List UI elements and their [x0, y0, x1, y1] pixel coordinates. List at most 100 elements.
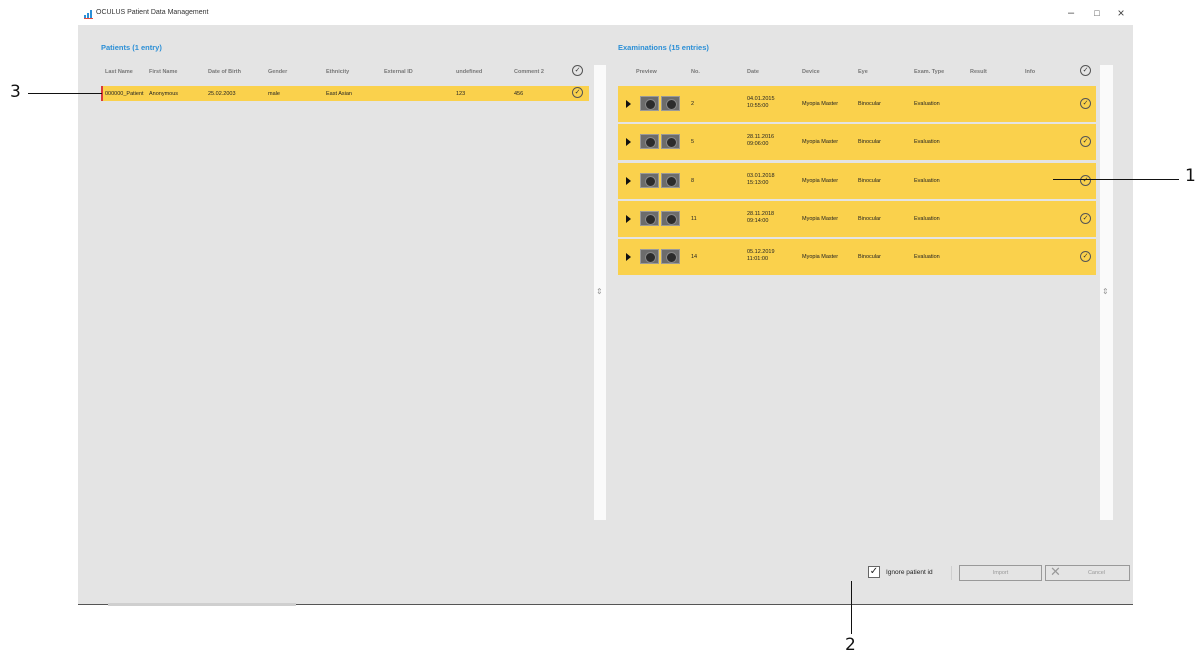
callout-line-2: [851, 581, 852, 634]
exam-no: 8: [691, 178, 695, 184]
scroll-handle-icon[interactable]: ⇕: [1102, 287, 1109, 296]
exam-no: 11: [691, 216, 697, 222]
exam-no: 14: [691, 254, 698, 260]
splitter-handle-icon[interactable]: ⇕: [596, 287, 603, 296]
col-ethnicity[interactable]: Ethnicity: [326, 69, 349, 75]
exam-eye: Binocular: [858, 178, 881, 184]
preview-thumbnail-left[interactable]: [640, 96, 659, 111]
callout-2: 2: [845, 635, 856, 655]
exam-date: 03.01.2018: [747, 173, 775, 179]
table-row[interactable]: 8 03.01.2018 15:13:00 Myopia Master Binocula…: [618, 163, 1096, 199]
exam-eye: Binocular: [858, 139, 881, 145]
exam-eye: Binocular: [858, 101, 881, 107]
table-row[interactable]: 2 04.01.2015 10:55:00 Myopia Master Binocula…: [618, 86, 1096, 122]
ignore-patient-id-checkbox[interactable]: ✓: [868, 566, 880, 578]
preview-thumbnail-left[interactable]: [640, 249, 659, 264]
preview-thumbnail-left[interactable]: [640, 134, 659, 149]
patient-last-name: 000000_Patient: [105, 91, 144, 97]
exam-check-icon[interactable]: ✓: [1080, 136, 1091, 147]
patients-title: Patients (1 entry): [101, 43, 162, 52]
exam-check-icon[interactable]: ✓: [1080, 175, 1091, 186]
expand-arrow-icon[interactable]: [626, 100, 631, 108]
exam-eye: Binocular: [858, 216, 881, 222]
col-date-of-birth[interactable]: Date of Birth: [208, 69, 241, 75]
exam-no: 5: [691, 139, 695, 145]
col-preview[interactable]: Preview: [636, 69, 657, 75]
preview-thumbnail-right[interactable]: [661, 173, 680, 188]
patient-dob: 25.02.2003: [208, 91, 236, 97]
exam-device: Myopia Master: [802, 101, 839, 107]
exam-check-icon[interactable]: ✓: [1080, 213, 1091, 224]
callout-line-3: [28, 93, 102, 94]
callout-line-1: [1053, 179, 1179, 180]
col-last-name[interactable]: Last Name: [105, 69, 133, 75]
preview-thumbnail-left[interactable]: [640, 211, 659, 226]
col-comment-2[interactable]: Comment 2: [514, 69, 544, 75]
close-button[interactable]: ×: [1113, 6, 1129, 20]
expand-arrow-icon[interactable]: [626, 253, 631, 261]
col-gender[interactable]: Gender: [268, 69, 287, 75]
examinations-title: Examinations (15 entries): [618, 43, 709, 52]
exam-type: Evaluation: [914, 139, 940, 145]
col-first-name[interactable]: First Name: [149, 69, 177, 75]
exam-type: Evaluation: [914, 101, 940, 107]
expand-arrow-icon[interactable]: [626, 215, 631, 223]
callout-3: 3: [10, 82, 21, 102]
exam-time: 09:06:00: [747, 141, 769, 147]
maximize-button[interactable]: □: [1089, 6, 1105, 20]
footer-separator: [951, 566, 952, 580]
preview-thumbnail-left[interactable]: [640, 173, 659, 188]
preview-thumbnail-right[interactable]: [661, 96, 680, 111]
exam-eye: Binocular: [858, 254, 881, 260]
col-device[interactable]: Device: [802, 69, 820, 75]
exam-time: 15:13:00: [747, 180, 769, 186]
callout-1: 1: [1185, 166, 1196, 186]
expand-arrow-icon[interactable]: [626, 177, 631, 185]
ignore-patient-id-label: Ignore patient id: [886, 569, 933, 576]
exam-time: 09:14:00: [747, 218, 769, 224]
exam-type: Evaluation: [914, 178, 940, 184]
cancel-icon: ✕: [1050, 564, 1061, 579]
exam-device: Myopia Master: [802, 254, 839, 260]
exam-time: 10:55:00: [747, 103, 769, 109]
patient-gender: male: [268, 91, 280, 97]
col-external-id[interactable]: External ID: [384, 69, 413, 75]
exam-date: 28.11.2016: [747, 134, 775, 140]
col-eye[interactable]: Eye: [858, 69, 868, 75]
exam-device: Myopia Master: [802, 216, 839, 222]
patient-first-name: Anonymous: [149, 91, 179, 97]
patient-undefined: 123: [456, 91, 466, 97]
table-row[interactable]: 14 05.12.2019 11:01:00 Myopia Master Binocul…: [618, 239, 1096, 275]
minimize-button[interactable]: –: [1063, 6, 1079, 20]
col-exam-type[interactable]: Exam. Type: [914, 69, 944, 75]
title-bar: OCULUS Patient Data Management – □ ×: [0, 0, 1201, 24]
patient-check-icon[interactable]: ✓: [572, 87, 583, 98]
table-row[interactable]: 11 28.11.2018 09:14:00 Myopia Master Binocul…: [618, 201, 1096, 237]
exam-date: 04.01.2015: [747, 96, 775, 102]
preview-thumbnail-right[interactable]: [661, 134, 680, 149]
patients-select-all-icon[interactable]: ✓: [572, 65, 583, 76]
col-no[interactable]: No.: [691, 69, 700, 75]
preview-thumbnail-right[interactable]: [661, 249, 680, 264]
col-result[interactable]: Result: [970, 69, 987, 75]
col-date[interactable]: Date: [747, 69, 759, 75]
exam-device: Myopia Master: [802, 139, 839, 145]
window-title: OCULUS Patient Data Management: [96, 9, 209, 16]
patient-comment-2: 456: [514, 91, 524, 97]
exam-time: 11:01:00: [747, 256, 769, 262]
exam-check-icon[interactable]: ✓: [1080, 251, 1091, 262]
exam-device: Myopia Master: [802, 178, 839, 184]
exam-date: 28.11.2018: [747, 211, 775, 217]
exam-type: Evaluation: [914, 216, 940, 222]
horizontal-scroll-thumb[interactable]: [108, 603, 296, 606]
patient-ethnicity: East Asian: [326, 91, 352, 97]
table-row[interactable]: 5 28.11.2016 09:06:00 Myopia Master Binocula…: [618, 124, 1096, 160]
col-info[interactable]: Info: [1025, 69, 1035, 75]
exam-check-icon[interactable]: ✓: [1080, 98, 1091, 109]
expand-arrow-icon[interactable]: [626, 138, 631, 146]
app-logo-icon: [84, 10, 93, 19]
preview-thumbnail-right[interactable]: [661, 211, 680, 226]
exams-select-all-icon[interactable]: ✓: [1080, 65, 1091, 76]
col-undefined[interactable]: undefined: [456, 69, 482, 75]
import-button[interactable]: Import: [959, 565, 1042, 581]
